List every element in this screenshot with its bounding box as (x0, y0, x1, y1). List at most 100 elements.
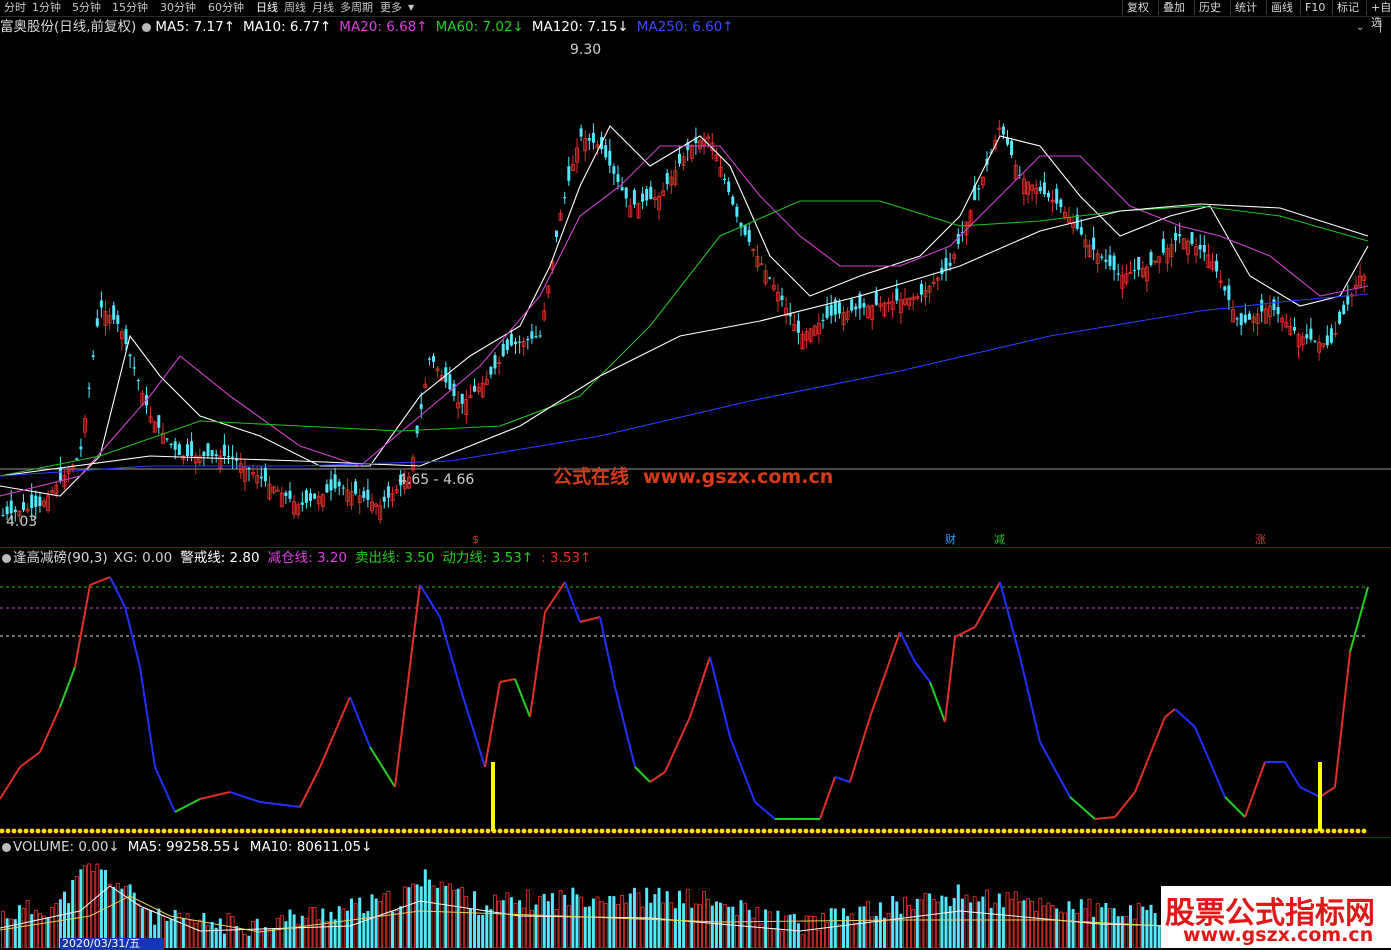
period-multi[interactable]: 多周期 (340, 0, 373, 15)
xg-dot (341, 828, 347, 834)
period-15min[interactable]: 15分钟 (112, 0, 148, 15)
xg-dot (0, 828, 5, 834)
candle-body (837, 302, 841, 314)
xg-dot (563, 828, 569, 834)
volume-bar (279, 915, 284, 948)
volume-bar (661, 902, 666, 948)
watchlist-button[interactable]: +自选 (1366, 0, 1391, 29)
pane-divider[interactable] (0, 547, 1391, 548)
overlay-button[interactable]: 叠加 (1158, 0, 1189, 15)
period-daily[interactable]: 日线 (256, 0, 278, 15)
xg-dot (1181, 828, 1187, 834)
xg-dot (425, 828, 431, 834)
period-monthly[interactable]: 月线 (312, 0, 334, 15)
draw-button[interactable]: 画线 (1266, 0, 1297, 15)
event-dividend-marker[interactable]: $ (472, 534, 479, 546)
volume-settings-icon[interactable] (2, 842, 11, 852)
low-price-label: 4.03 (6, 514, 38, 530)
period-fenshi[interactable]: 分时 (4, 0, 26, 15)
candle-body (95, 318, 99, 327)
xg-dot (569, 828, 575, 834)
volume-bar (230, 916, 235, 948)
volume-bar (866, 901, 871, 948)
xg-dot (257, 828, 263, 834)
xg-dot (149, 828, 155, 834)
event-limitup-marker[interactable]: 涨 (1255, 534, 1266, 546)
xg-dot (1031, 828, 1037, 834)
volume-bar (402, 886, 407, 948)
power-line-segment (139, 666, 156, 768)
volume-bar (177, 912, 182, 948)
xg-dot (359, 828, 365, 834)
candle-body (452, 383, 456, 396)
candle-body (1227, 285, 1231, 301)
xg-dot (767, 828, 773, 834)
collapse-chevron-icon[interactable]: ⌄ (1356, 22, 1364, 33)
period-5min[interactable]: 5分钟 (72, 0, 101, 15)
indicator-settings-icon[interactable] (2, 553, 11, 563)
volume-bar (263, 927, 267, 948)
volume-bar (956, 884, 960, 948)
volume-bar (796, 923, 800, 948)
ma5-value: MA5: 7.17↑ (155, 19, 236, 35)
power-line-segment (999, 581, 1021, 658)
xg-dot (281, 828, 287, 834)
xg-dot (773, 828, 779, 834)
candle-body (177, 444, 181, 456)
settings-dot-icon[interactable] (142, 22, 152, 32)
volume-bar (771, 927, 776, 948)
volume-bar (218, 918, 222, 948)
xg-dot (899, 828, 905, 834)
volume-bar (1136, 902, 1141, 948)
stats-button[interactable]: 统计 (1230, 0, 1261, 15)
xg-dot (869, 828, 875, 834)
xg-dot (1331, 828, 1337, 834)
period-30min[interactable]: 30分钟 (160, 0, 196, 15)
more-dropdown-icon[interactable]: ▼ (408, 3, 414, 12)
power-line-segment (579, 616, 601, 623)
xg-dot (29, 828, 35, 834)
candle-body (366, 489, 370, 500)
xg-value: XG: 0.00 (113, 550, 173, 566)
candle-body (1276, 306, 1280, 315)
xg-dot (1133, 828, 1139, 834)
power-line-segment (819, 776, 836, 820)
mark-button[interactable]: 标记 (1332, 0, 1363, 15)
f10-button[interactable]: F10 (1300, 0, 1329, 15)
volume-bar (1104, 903, 1108, 948)
event-finance-marker[interactable]: 财 (945, 534, 956, 546)
volume-bar (579, 896, 584, 948)
power-line-segment (1224, 796, 1246, 818)
volume-bar (727, 906, 731, 948)
candle-body (116, 315, 120, 324)
xg-dot (635, 828, 641, 834)
event-reduce-marker[interactable]: 减 (994, 534, 1005, 546)
candle-body (518, 341, 522, 343)
indicator-chart[interactable] (0, 567, 1391, 837)
volume-bar (993, 902, 998, 948)
volume-bar (825, 922, 830, 948)
power-line-segment (1134, 716, 1166, 793)
candle-body (259, 476, 263, 479)
volume-bar (493, 894, 497, 948)
side-panel-icon[interactable]: ▏ (1380, 20, 1388, 33)
period-1min[interactable]: 1分钟 (32, 0, 61, 15)
period-weekly[interactable]: 周线 (284, 0, 306, 15)
history-button[interactable]: 历史 (1194, 0, 1225, 15)
fuquan-button[interactable]: 复权 (1122, 0, 1153, 15)
volume-bar (505, 892, 510, 948)
power-line-segment (564, 581, 581, 623)
volume-bar (415, 884, 419, 948)
volume-bar (272, 928, 276, 948)
period-60min[interactable]: 60分钟 (208, 0, 244, 15)
volume-bar (862, 906, 866, 948)
stock-title: 富奥股份(日线,前复权) (0, 19, 137, 35)
xg-dot (443, 828, 449, 834)
xg-dot (917, 828, 923, 834)
candle-body (489, 367, 493, 375)
volume-bar (464, 896, 469, 948)
candle-body (386, 486, 390, 498)
period-more[interactable]: 更多 (380, 0, 402, 15)
volume-bar (563, 894, 567, 948)
vol-ma10-value: MA10: 80611.05↓ (249, 839, 373, 855)
